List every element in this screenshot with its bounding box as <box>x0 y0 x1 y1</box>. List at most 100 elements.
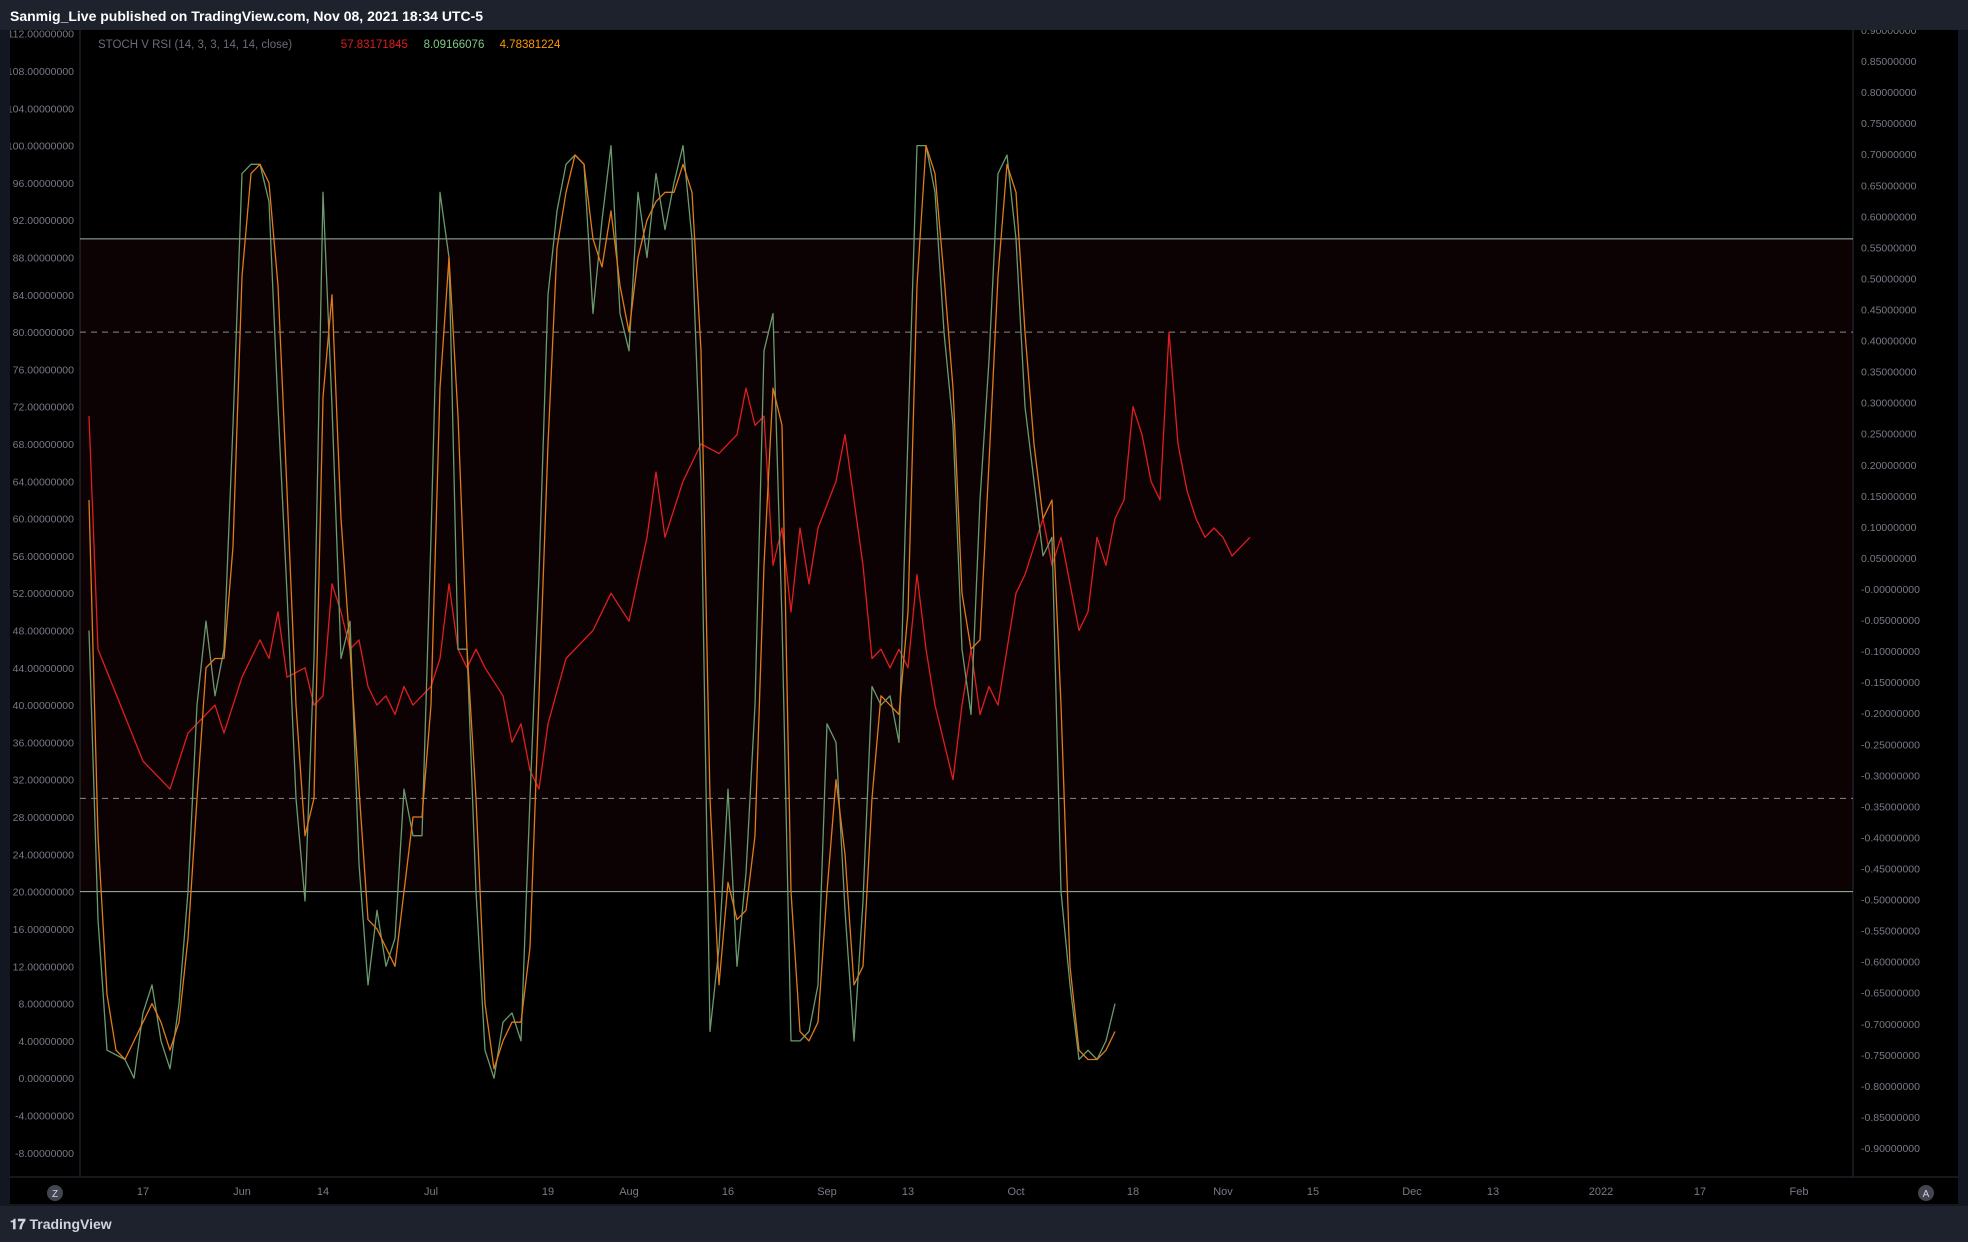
right-tick-label: 0.30000000 <box>1861 398 1917 410</box>
publish-header: Sanmig_Live published on TradingView.com… <box>0 0 1968 30</box>
x-tick-label: Sep <box>817 1186 837 1198</box>
left-tick-label: 4.00000000 <box>19 1036 75 1048</box>
left-tick-label: 28.00000000 <box>13 812 74 824</box>
stoch-rsi-chart[interactable]: 112.00000000 108.00000000 104.00000000 100.… <box>7 25 1958 1204</box>
left-tick-label: 52.00000000 <box>13 588 74 600</box>
x-tick-label: 18 <box>1127 1186 1139 1198</box>
right-tick-label: 0.80000000 <box>1861 87 1917 99</box>
x-tick-label: Aug <box>619 1186 639 1198</box>
footer-bar: 𝟏𝟕 TradingView <box>0 1206 1968 1242</box>
right-tick-label: -0.55000000 <box>1861 926 1920 938</box>
left-tick-label: 36.00000000 <box>13 737 74 749</box>
left-tick-label: 8.00000000 <box>19 999 75 1011</box>
right-tick-label: -0.60000000 <box>1861 957 1920 969</box>
left-tick-label: 60.00000000 <box>13 514 74 526</box>
right-tick-label: -0.45000000 <box>1861 864 1920 876</box>
right-tick-label: 0.35000000 <box>1861 367 1917 379</box>
x-tick-label: 19 <box>542 1186 554 1198</box>
right-tick-label: -0.20000000 <box>1861 708 1920 720</box>
x-tick-label: 17 <box>137 1186 149 1198</box>
left-tick-label: -8.00000000 <box>15 1148 74 1160</box>
left-tick-label: 0.00000000 <box>19 1073 75 1085</box>
right-tick-label: -0.10000000 <box>1861 646 1920 658</box>
right-tick-label: 0.90000000 <box>1861 30 1917 37</box>
left-tick-label: 88.00000000 <box>13 253 74 265</box>
left-tick-label: 56.00000000 <box>13 551 74 563</box>
chart-frame[interactable]: 112.00000000 108.00000000 104.00000000 100.… <box>7 25 1958 1204</box>
left-tick-label: 24.00000000 <box>13 849 74 861</box>
publish-info: Sanmig_Live published on TradingView.com… <box>10 8 484 24</box>
x-tick-label: 17 <box>1694 1186 1706 1198</box>
left-tick-label: 104.00000000 <box>10 103 74 115</box>
left-tick-label: 40.00000000 <box>13 700 74 712</box>
indicator-value-1: 8.09166076 <box>424 39 485 51</box>
brand-label: TradingView <box>29 1216 112 1232</box>
indicator-name: STOCH V RSI (14, 3, 3, 14, 14, close) <box>98 39 292 51</box>
tradingview-logo-icon: 𝟏𝟕 <box>10 1216 30 1232</box>
left-tick-label: 84.00000000 <box>13 290 74 302</box>
right-tick-label: 0.75000000 <box>1861 118 1917 130</box>
overbought-oversold-band <box>80 238 1853 892</box>
right-tick-label: 0.10000000 <box>1861 522 1917 534</box>
left-tick-label: 92.00000000 <box>13 215 74 227</box>
left-tick-label: -4.00000000 <box>15 1110 74 1122</box>
left-tick-label: 96.00000000 <box>13 178 74 190</box>
left-tick-label: 72.00000000 <box>13 402 74 414</box>
right-tick-label: 0.85000000 <box>1861 56 1917 68</box>
right-tick-label: 0.55000000 <box>1861 242 1917 254</box>
x-tick-label: 14 <box>317 1186 329 1198</box>
right-tick-label: 0.60000000 <box>1861 211 1917 223</box>
right-tick-label: -0.00000000 <box>1861 584 1920 596</box>
right-tick-label: -0.75000000 <box>1861 1050 1920 1062</box>
right-tick-label: 0.45000000 <box>1861 305 1917 317</box>
zoom-left-label: Z <box>52 1189 58 1200</box>
right-tick-label: -0.65000000 <box>1861 988 1920 1000</box>
tradingview-logo[interactable]: 𝟏𝟕 TradingView <box>10 1216 112 1233</box>
x-tick-label: Jun <box>233 1186 251 1198</box>
left-tick-label: 16.00000000 <box>13 924 74 936</box>
indicator-value-2: 4.78381224 <box>500 39 561 51</box>
right-tick-label: 0.50000000 <box>1861 273 1917 285</box>
right-tick-label: -0.90000000 <box>1861 1143 1920 1155</box>
right-tick-label: -0.15000000 <box>1861 677 1920 689</box>
right-tick-label: -0.30000000 <box>1861 770 1920 782</box>
left-tick-label: 112.00000000 <box>10 30 74 41</box>
right-tick-label: 0.05000000 <box>1861 553 1917 565</box>
x-tick-label: Nov <box>1213 1186 1233 1198</box>
left-tick-label: 100.00000000 <box>10 141 74 153</box>
auto-scale-label: A <box>1923 1189 1930 1200</box>
right-tick-label: 0.15000000 <box>1861 491 1917 503</box>
right-tick-label: 0.40000000 <box>1861 336 1917 348</box>
left-tick-label: 48.00000000 <box>13 626 74 638</box>
x-tick-label: Jul <box>424 1186 438 1198</box>
right-tick-label: -0.40000000 <box>1861 832 1920 844</box>
left-tick-label: 44.00000000 <box>13 663 74 675</box>
x-tick-label: 2022 <box>1589 1186 1613 1198</box>
x-tick-label: Oct <box>1007 1186 1024 1198</box>
left-tick-label: 20.00000000 <box>13 887 74 899</box>
left-tick-label: 76.00000000 <box>13 364 74 376</box>
right-tick-label: -0.50000000 <box>1861 895 1920 907</box>
x-tick-label: 15 <box>1307 1186 1319 1198</box>
indicator-value-0: 57.83171845 <box>341 39 408 51</box>
left-tick-label: 32.00000000 <box>13 775 74 787</box>
x-tick-label: 13 <box>902 1186 914 1198</box>
right-tick-label: -0.25000000 <box>1861 739 1920 751</box>
right-tick-label: -0.85000000 <box>1861 1112 1920 1124</box>
right-tick-label: 0.65000000 <box>1861 180 1917 192</box>
right-tick-label: -0.80000000 <box>1861 1081 1920 1093</box>
left-tick-label: 68.00000000 <box>13 439 74 451</box>
right-tick-label: 0.70000000 <box>1861 149 1917 161</box>
right-tick-label: 0.20000000 <box>1861 460 1917 472</box>
left-tick-label: 80.00000000 <box>13 327 74 339</box>
x-tick-label: 13 <box>1487 1186 1499 1198</box>
x-tick-label: 16 <box>722 1186 734 1198</box>
right-tick-label: 0.25000000 <box>1861 429 1917 441</box>
right-tick-label: -0.05000000 <box>1861 615 1920 627</box>
right-tick-label: -0.35000000 <box>1861 801 1920 813</box>
left-tick-label: 108.00000000 <box>10 66 74 78</box>
x-tick-label: Feb <box>1790 1186 1809 1198</box>
x-tick-label: Dec <box>1402 1186 1422 1198</box>
left-tick-label: 64.00000000 <box>13 476 74 488</box>
right-tick-label: -0.70000000 <box>1861 1019 1920 1031</box>
